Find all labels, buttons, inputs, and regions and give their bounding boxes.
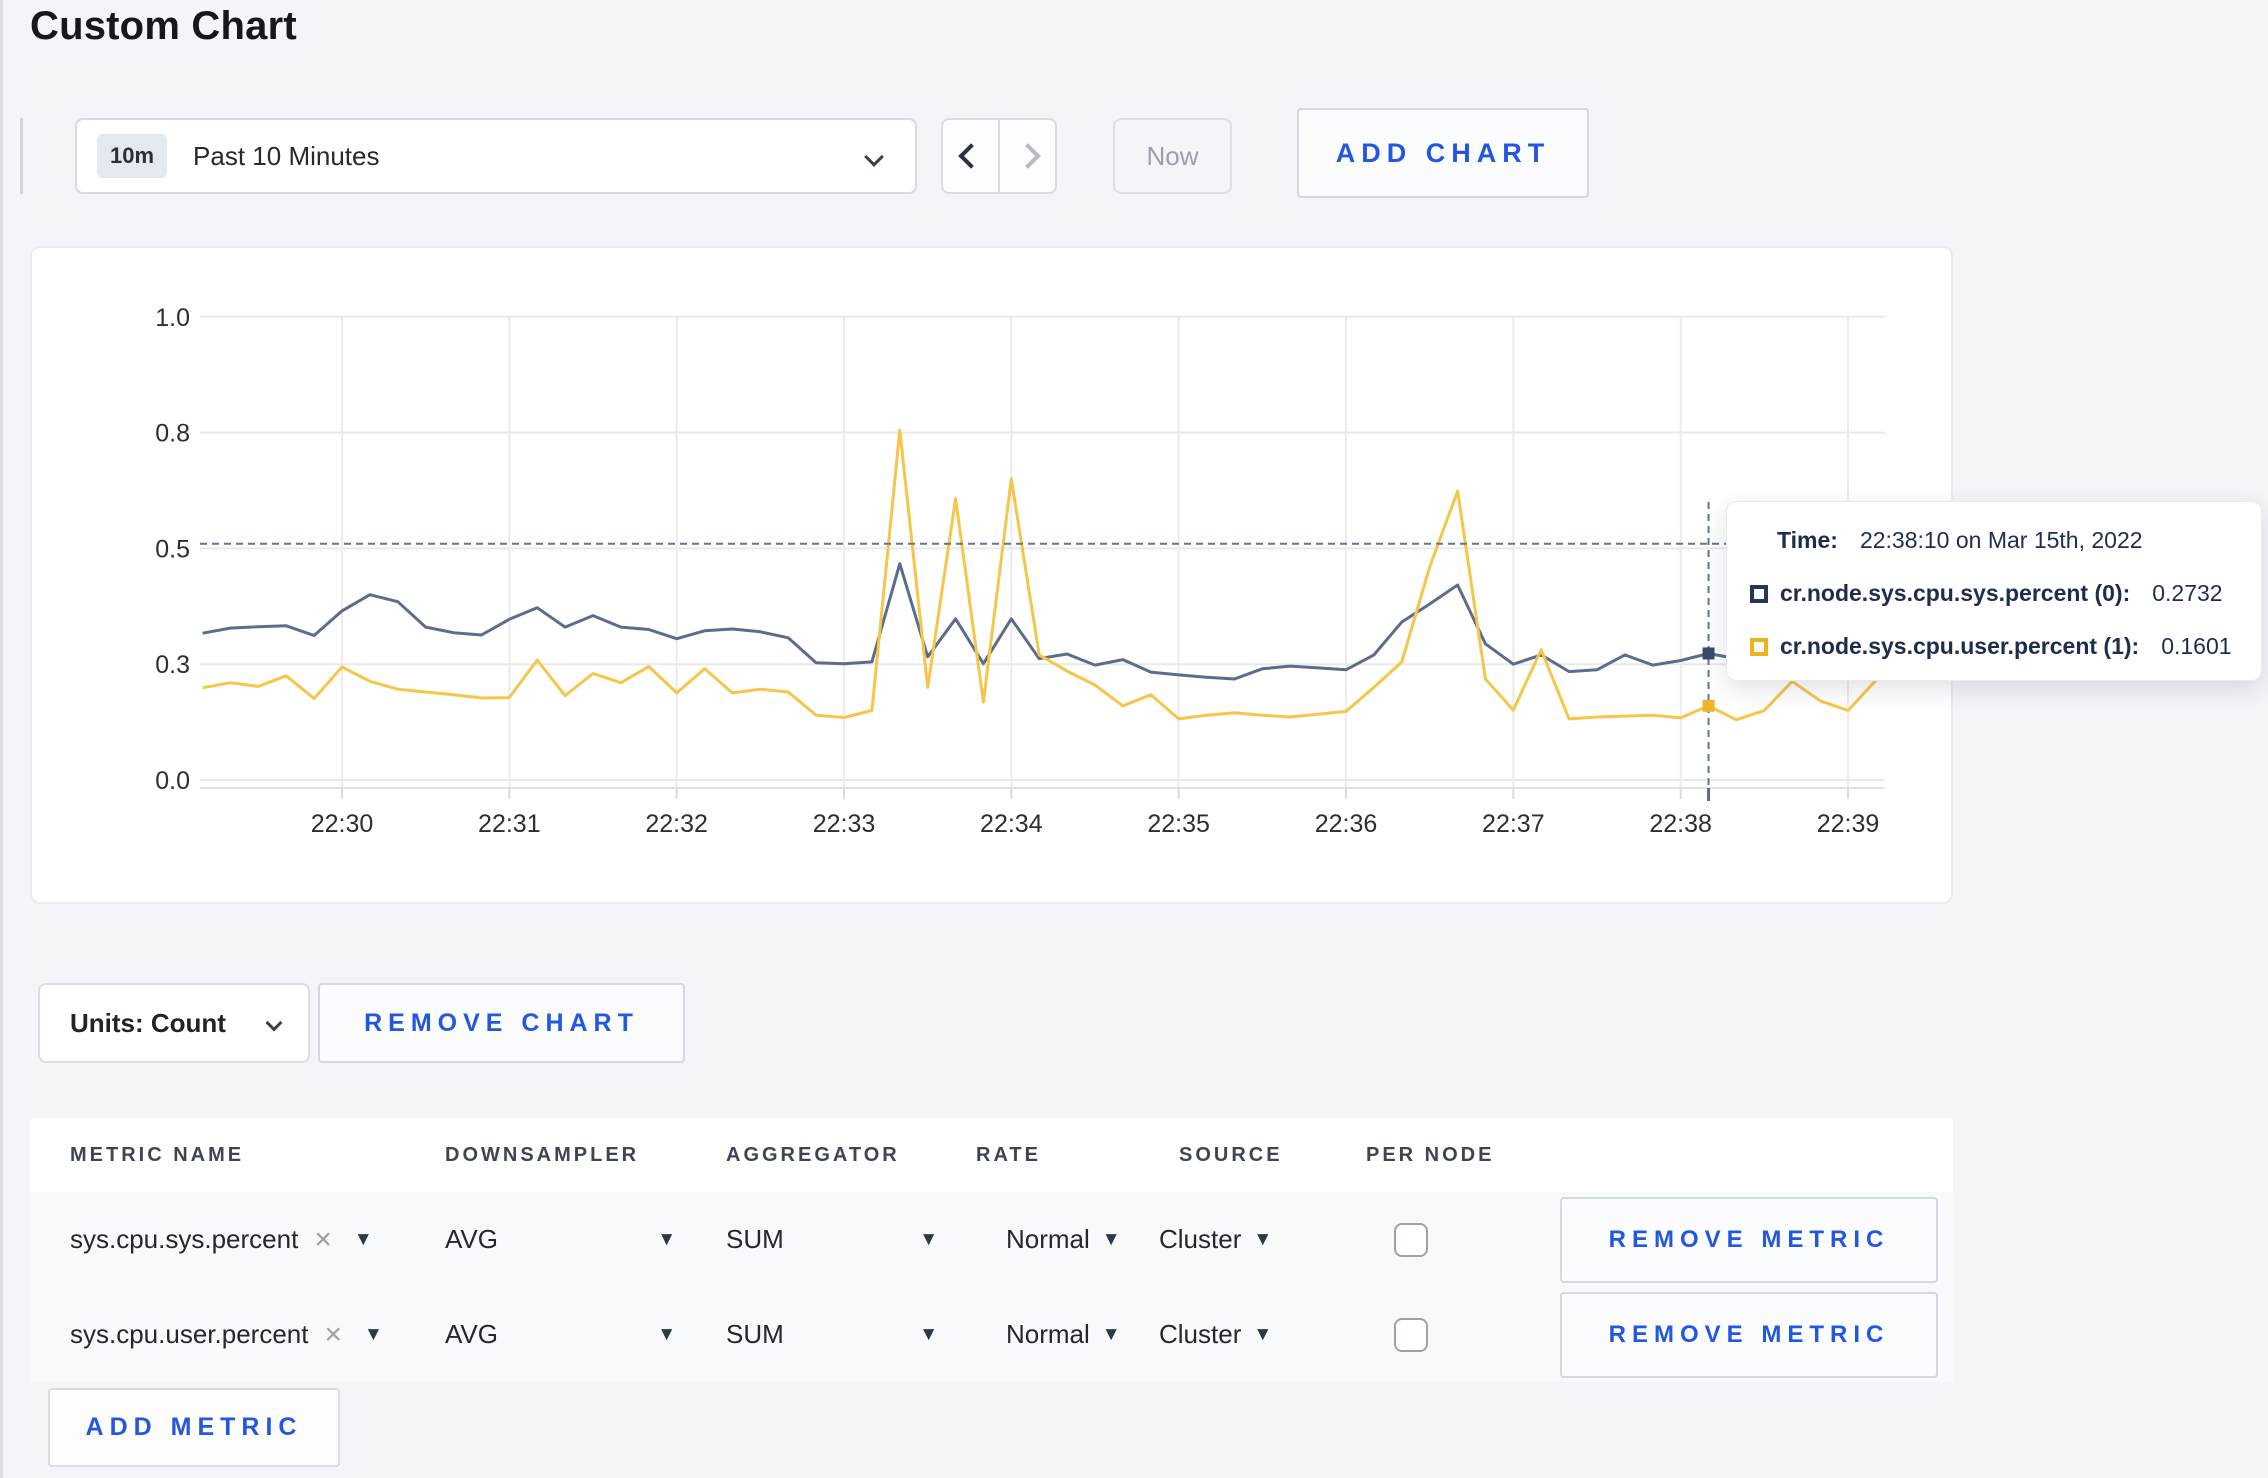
source-dropdown-icon[interactable]: ▼ bbox=[1253, 1324, 1272, 1346]
page-title: Custom Chart bbox=[30, 4, 297, 48]
svg-text:22:36: 22:36 bbox=[1315, 810, 1378, 838]
per-node-checkbox[interactable] bbox=[1394, 1317, 1428, 1352]
metrics-table-header: METRIC NAME DOWNSAMPLER AGGREGATOR RATE … bbox=[30, 1118, 1953, 1192]
svg-text:1.0: 1.0 bbox=[155, 304, 190, 332]
rate-value: Normal bbox=[1006, 1224, 1090, 1254]
svg-text:22:31: 22:31 bbox=[478, 810, 541, 838]
chevron-down-icon bbox=[265, 1014, 283, 1032]
svg-text:22:39: 22:39 bbox=[1817, 810, 1880, 838]
units-label: Units: Count bbox=[70, 1007, 226, 1038]
table-row: sys.cpu.user.percent × ▼ AVG ▼ SUM ▼ Nor… bbox=[30, 1287, 1953, 1382]
add-chart-button[interactable]: ADD CHART bbox=[1297, 108, 1589, 198]
metric-name-value: sys.cpu.sys.percent bbox=[70, 1224, 299, 1254]
downsampler-dropdown-icon[interactable]: ▼ bbox=[657, 1324, 676, 1346]
downsampler-dropdown-icon[interactable]: ▼ bbox=[657, 1229, 676, 1251]
time-range-dropdown[interactable]: 10m Past 10 Minutes bbox=[75, 118, 917, 194]
now-button[interactable]: Now bbox=[1113, 118, 1232, 194]
tooltip-series-user-value: 0.1601 bbox=[2161, 633, 2232, 659]
time-range-badge: 10m bbox=[97, 134, 168, 178]
aggregator-value: SUM bbox=[726, 1224, 784, 1254]
tooltip-time-value: 22:38:10 on Mar 15th, 2022 bbox=[1859, 527, 2143, 553]
tooltip-series-user-label: cr.node.sys.cpu.user.percent (1): bbox=[1780, 633, 2140, 659]
aggregator-dropdown-icon[interactable]: ▼ bbox=[919, 1229, 938, 1251]
downsampler-value: AVG bbox=[445, 1319, 498, 1349]
chevron-left-icon bbox=[957, 143, 984, 169]
metrics-table-rows: sys.cpu.sys.percent × ▼ AVG ▼ SUM ▼ Norm… bbox=[30, 1192, 1953, 1382]
metric-dropdown-icon[interactable]: ▼ bbox=[364, 1324, 383, 1346]
series-sys-swatch-icon bbox=[1750, 584, 1768, 603]
svg-text:0.8: 0.8 bbox=[155, 420, 190, 448]
col-header-aggregator: AGGREGATOR bbox=[726, 1143, 900, 1166]
time-forward-button[interactable] bbox=[1000, 120, 1055, 192]
aggregator-dropdown-icon[interactable]: ▼ bbox=[919, 1324, 938, 1346]
add-metric-button[interactable]: ADD METRIC bbox=[48, 1388, 340, 1467]
units-dropdown[interactable]: Units: Count bbox=[38, 983, 310, 1063]
svg-text:0.0: 0.0 bbox=[155, 767, 190, 795]
svg-text:0.5: 0.5 bbox=[155, 535, 190, 563]
col-header-source: SOURCE bbox=[1179, 1143, 1283, 1166]
time-step-buttons bbox=[941, 118, 1057, 194]
per-node-checkbox[interactable] bbox=[1394, 1222, 1428, 1257]
chevron-down-icon bbox=[864, 147, 884, 167]
time-selector-divider bbox=[20, 118, 23, 194]
svg-text:0.3: 0.3 bbox=[155, 651, 190, 679]
svg-text:22:32: 22:32 bbox=[645, 810, 708, 838]
remove-metric-button[interactable]: REMOVE METRIC bbox=[1560, 1196, 1938, 1283]
svg-text:22:34: 22:34 bbox=[980, 810, 1043, 838]
rate-dropdown-icon[interactable]: ▼ bbox=[1102, 1229, 1121, 1251]
svg-text:22:33: 22:33 bbox=[813, 810, 876, 838]
tooltip-series-sys-label: cr.node.sys.cpu.sys.percent (0): bbox=[1780, 580, 2131, 606]
svg-text:22:35: 22:35 bbox=[1147, 810, 1210, 838]
clear-metric-icon[interactable]: × bbox=[314, 1224, 332, 1255]
cpu-line-chart[interactable]: 0.0 0.3 0.5 0.8 1.0 22:30 22:31 22:32 22:33 22:34… bbox=[32, 248, 1951, 902]
chart-tooltip: Time: 22:38:10 on Mar 15th, 2022 cr.node… bbox=[1726, 501, 2262, 681]
remove-metric-button[interactable]: REMOVE METRIC bbox=[1560, 1291, 1938, 1378]
rate-value: Normal bbox=[1006, 1319, 1090, 1349]
svg-text:22:30: 22:30 bbox=[311, 810, 374, 838]
col-header-downsampler: DOWNSAMPLER bbox=[445, 1143, 640, 1166]
col-header-per-node: PER NODE bbox=[1366, 1143, 1495, 1166]
time-range-label: Past 10 Minutes bbox=[193, 140, 380, 171]
tooltip-time-title: Time: bbox=[1777, 527, 1838, 553]
chevron-right-icon bbox=[1014, 143, 1041, 169]
source-value: Cluster bbox=[1159, 1224, 1242, 1254]
col-header-rate: RATE bbox=[976, 1143, 1041, 1166]
col-header-metric-name: METRIC NAME bbox=[70, 1143, 245, 1166]
clear-metric-icon[interactable]: × bbox=[324, 1319, 342, 1350]
series-user-swatch-icon bbox=[1750, 637, 1768, 656]
source-dropdown-icon[interactable]: ▼ bbox=[1253, 1229, 1272, 1251]
aggregator-value: SUM bbox=[726, 1319, 784, 1349]
table-row: sys.cpu.sys.percent × ▼ AVG ▼ SUM ▼ Norm… bbox=[30, 1192, 1953, 1287]
rate-dropdown-icon[interactable]: ▼ bbox=[1102, 1324, 1121, 1346]
chart-card: 0.0 0.3 0.5 0.8 1.0 22:30 22:31 22:32 22:33 22:34… bbox=[30, 246, 1953, 904]
time-back-button[interactable] bbox=[943, 120, 1000, 192]
remove-chart-button[interactable]: REMOVE CHART bbox=[318, 983, 685, 1063]
source-value: Cluster bbox=[1159, 1319, 1242, 1349]
metric-dropdown-icon[interactable]: ▼ bbox=[354, 1229, 373, 1251]
page-left-border bbox=[0, 0, 3, 1478]
downsampler-value: AVG bbox=[445, 1224, 498, 1254]
tooltip-series-sys-value: 0.2732 bbox=[2152, 580, 2223, 606]
metric-name-value: sys.cpu.user.percent bbox=[70, 1319, 309, 1349]
svg-text:22:37: 22:37 bbox=[1482, 810, 1545, 838]
svg-text:22:38: 22:38 bbox=[1649, 810, 1712, 838]
